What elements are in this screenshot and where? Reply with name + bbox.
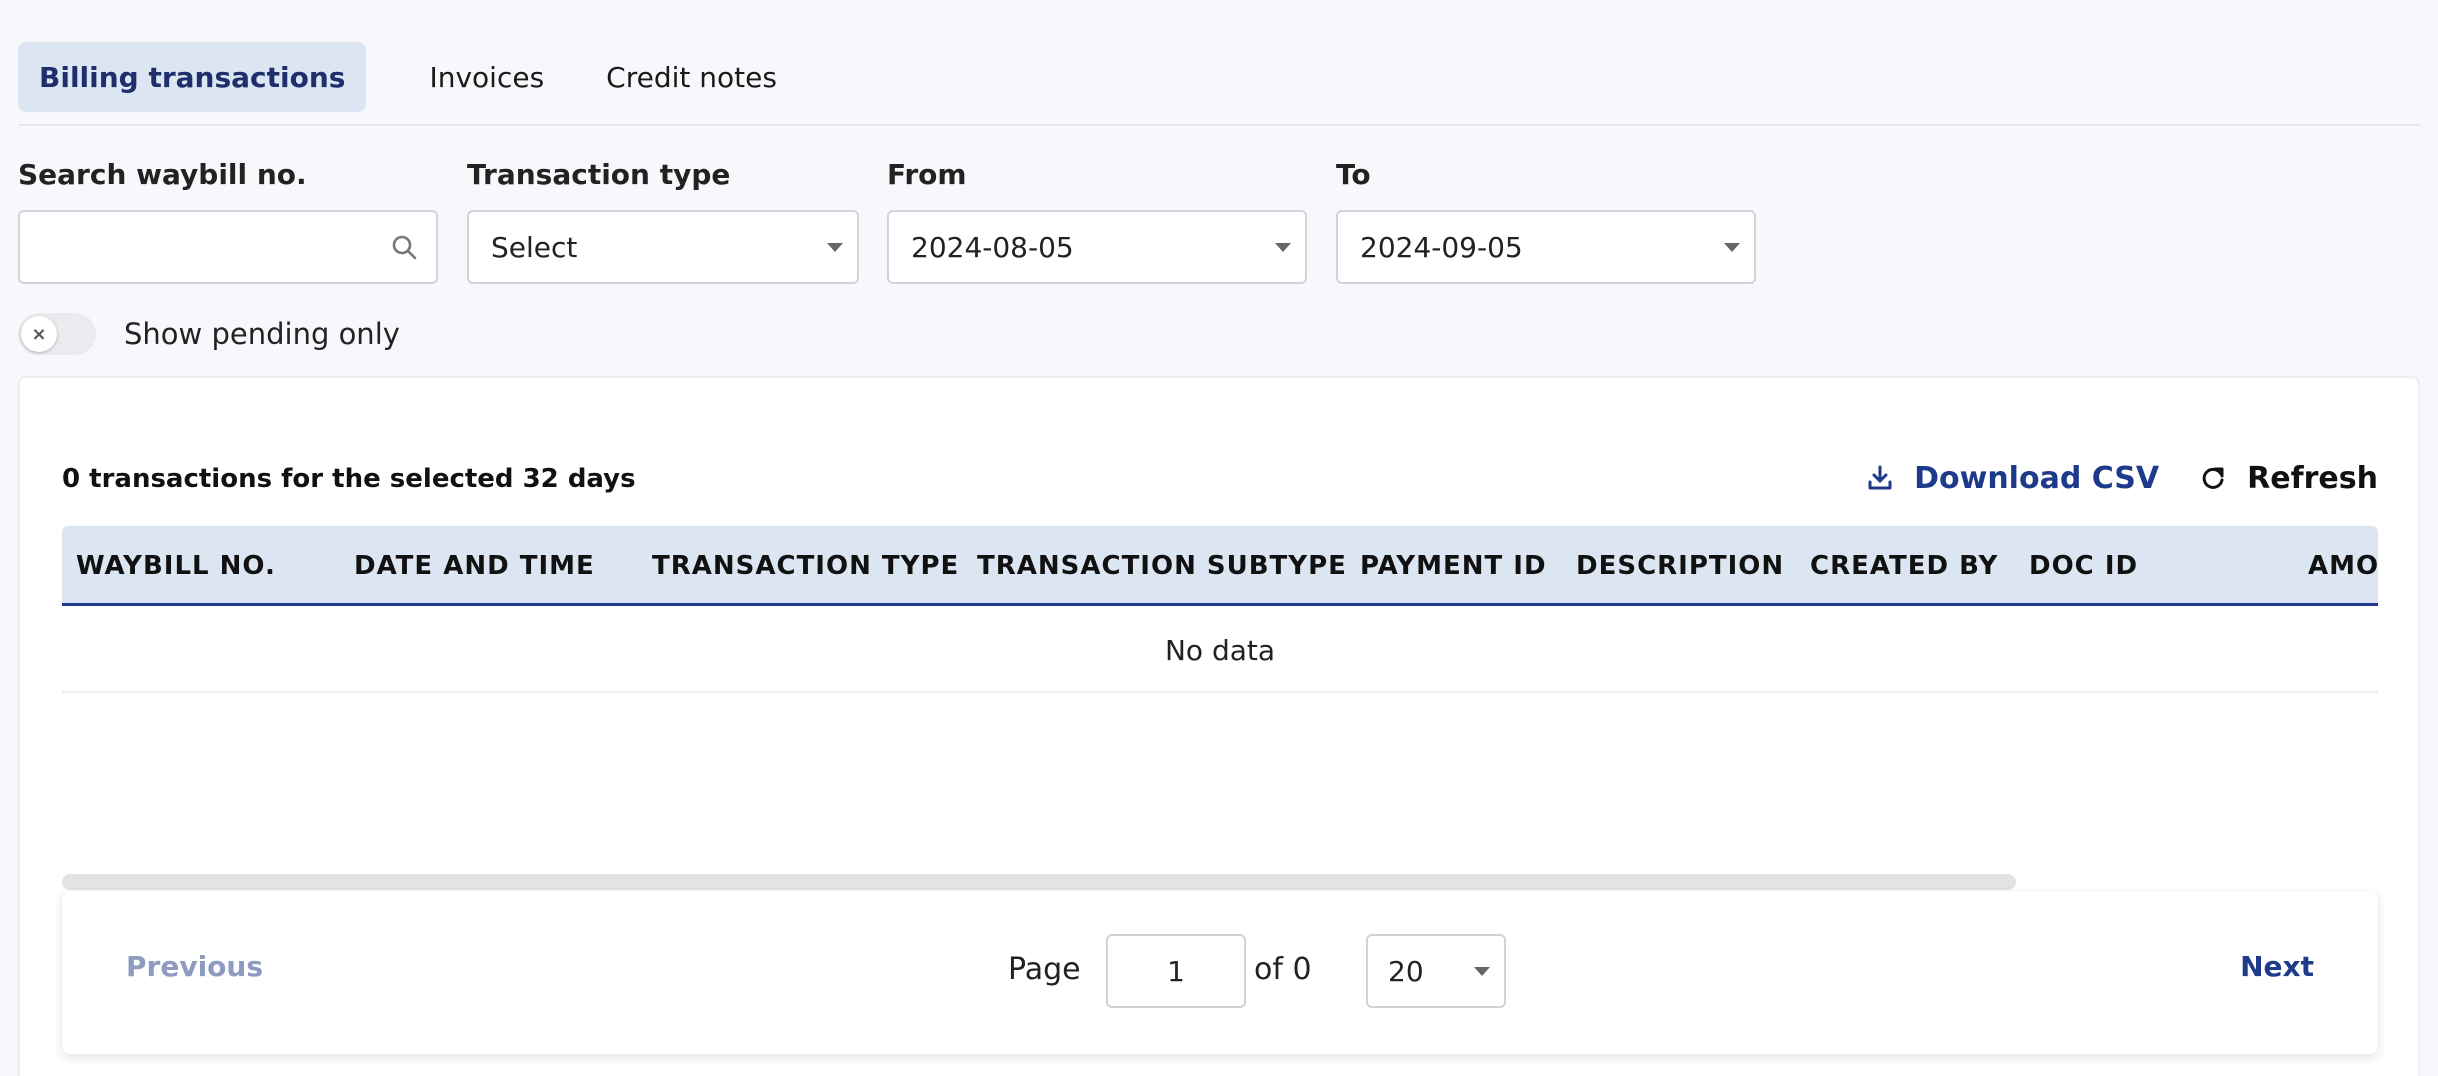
page-total-label: of 0 [1254,952,1312,987]
refresh-label: Refresh [2247,460,2378,496]
column-header-amount[interactable]: AMO [2308,526,2378,606]
chevron-down-icon [1724,243,1740,252]
close-icon: × [21,316,57,352]
download-csv-label: Download CSV [1914,460,2160,496]
from-label: From [887,158,967,191]
from-date-value: 2024-08-05 [911,230,1074,264]
chevron-down-icon [1275,243,1291,252]
column-header-doc-id[interactable]: DOC ID [2029,526,2138,606]
tab-bar: Billing transactions Invoices Credit not… [18,42,798,112]
to-label: To [1336,158,1371,191]
transaction-count: 0 transactions for the selected 32 days [62,464,636,494]
pending-only-toggle[interactable]: × [18,313,96,355]
previous-button[interactable]: Previous [126,950,263,983]
column-header-description[interactable]: DESCRIPTION [1576,526,1784,606]
page-size-select[interactable]: 20 [1366,934,1506,1008]
download-csv-button[interactable]: Download CSV [1866,461,2159,496]
transactions-table: WAYBILL NO. DATE AND TIME TRANSACTION TY… [62,526,2378,886]
billing-page: Billing transactions Invoices Credit not… [0,0,2438,1076]
column-header-created-by[interactable]: CREATED BY [1810,526,1998,606]
page-size-value: 20 [1388,954,1424,988]
chevron-down-icon [1474,967,1490,976]
column-header-transaction-type[interactable]: TRANSACTION TYPE [652,526,959,606]
search-label: Search waybill no. [18,158,307,191]
refresh-icon [2202,467,2224,489]
transaction-type-select[interactable]: Select [467,210,859,284]
tab-divider [18,124,2420,126]
to-date-select[interactable]: 2024-09-05 [1336,210,1756,284]
search-input[interactable] [42,230,414,264]
search-field[interactable] [18,210,438,284]
horizontal-scrollbar[interactable] [62,874,2016,890]
to-date-value: 2024-09-05 [1360,230,1523,264]
column-header-date-time[interactable]: DATE AND TIME [354,526,595,606]
download-icon [1868,465,1892,490]
page-label: Page [1008,952,1081,987]
pending-only-label: Show pending only [124,317,400,351]
search-filter: Search waybill no. [18,156,440,284]
table-actions: Download CSV Refresh [1866,454,2378,502]
tab-billing-transactions[interactable]: Billing transactions [18,42,367,112]
column-header-waybill[interactable]: WAYBILL NO. [76,526,276,606]
from-date-select[interactable]: 2024-08-05 [887,210,1307,284]
tab-invoices[interactable]: Invoices [408,42,565,112]
chevron-down-icon [827,243,843,252]
transaction-type-label: Transaction type [467,158,731,191]
column-header-payment-id[interactable]: PAYMENT ID [1360,526,1547,606]
transactions-card: 0 transactions for the selected 32 days … [18,376,2420,1076]
search-icon[interactable] [390,233,418,261]
pagination-bar: Previous Page of 0 20 Next [62,892,2378,1054]
to-filter: To 2024-09-05 [1336,156,1756,284]
page-number-input[interactable] [1106,934,1246,1008]
transaction-type-value: Select [491,230,578,264]
pending-toggle-row: × Show pending only [18,312,400,356]
empty-state: No data [62,609,2378,693]
tab-credit-notes[interactable]: Credit notes [585,42,798,112]
transaction-type-filter: Transaction type Select [467,156,859,284]
from-filter: From 2024-08-05 [887,156,1307,284]
refresh-button[interactable]: Refresh [2199,461,2378,496]
column-header-transaction-subtype[interactable]: TRANSACTION SUBTYPE [977,526,1347,606]
table-header: WAYBILL NO. DATE AND TIME TRANSACTION TY… [62,526,2378,606]
next-button[interactable]: Next [2240,950,2314,983]
